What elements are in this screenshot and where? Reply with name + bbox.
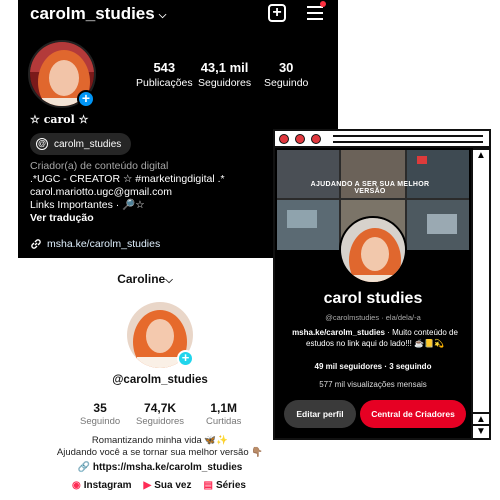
profile-link[interactable]: 🔗 https://msha.ke/carolm_studies	[0, 462, 320, 473]
bio-line: Links Importantes · 🔎☆	[30, 199, 145, 211]
handle: @carolm_studies	[112, 374, 208, 386]
threads-icon: @	[36, 138, 48, 150]
followers-count[interactable]: 49 mil seguidores · 3 seguindo	[275, 362, 471, 371]
window-close-dot-icon[interactable]	[279, 134, 289, 144]
stat-value: 30	[278, 60, 294, 75]
add-story-icon[interactable]: +	[77, 90, 95, 108]
threads-badge[interactable]: @ carolm_studies	[30, 133, 132, 155]
tiktok-profile-panel: Caroline⌵ + @carolm_studies 35 Seguindo …	[0, 258, 290, 500]
stat-label: Seguindo	[264, 77, 309, 89]
instagram-username[interactable]: carolm_studies ⌵	[30, 4, 166, 24]
see-translation-link[interactable]: Ver tradução	[30, 212, 225, 225]
tab-series[interactable]: ▤ Séries	[203, 480, 245, 491]
playlist-icon: ▤	[203, 480, 213, 491]
instagram-icon: ◉	[72, 480, 81, 491]
stat-value: 35	[93, 401, 107, 415]
stat-following[interactable]: 30 Seguindo	[264, 60, 308, 89]
stat-label: Publicações	[136, 77, 193, 89]
stat-value: 74,7K	[144, 401, 177, 415]
tab-label: Sua vez	[154, 480, 192, 491]
titlebar-stripe	[333, 141, 483, 143]
window-titlebar[interactable]	[275, 131, 489, 148]
bio-line: Romantizando minha vida 🦋✨	[91, 435, 229, 446]
bio: Criador(a) de conteúdo digital .*UGC - C…	[30, 160, 225, 225]
profile-link[interactable]: msha.ke/carolm_studies	[30, 238, 160, 250]
profile-name: carol studies	[323, 290, 423, 307]
pinterest-profile: AJUDANDO A SER SUA MELHOR VERSÃO carol s…	[275, 150, 471, 438]
username-text: Caroline	[117, 272, 166, 286]
cover-text: AJUDANDO A SER SUA MELHOR VERSÃO	[310, 181, 430, 195]
scroll-up-icon[interactable]: ▲	[473, 148, 489, 162]
stat-value: 543	[153, 60, 176, 75]
bio: Romantizando minha vida 🦋✨ Ajudando você…	[0, 435, 320, 458]
tab-label: Instagram	[83, 480, 132, 491]
edit-profile-button[interactable]: Editar perfil	[284, 400, 356, 428]
stat-value: 1,1M	[210, 401, 238, 415]
youtube-icon: ▶	[143, 480, 152, 491]
stat-likes[interactable]: 1,1M Curtidas	[206, 401, 241, 427]
tab-instagram[interactable]: ◉ Instagram	[72, 480, 132, 491]
stat-posts[interactable]: 543 Publicações	[136, 60, 193, 89]
stat-label: Curtidas	[206, 416, 242, 427]
link-text: msha.ke/carolm_studies	[47, 238, 161, 250]
profile-tabs: ◉ Instagram ▶ Sua vez ▤ Séries	[72, 480, 246, 491]
link-icon: 🔗	[77, 462, 93, 473]
bio-line: .*UGC - CREATOR ☆ #marketingdigital .*	[30, 173, 225, 185]
stat-label: Seguidores	[198, 77, 252, 89]
stat-value: 43,1 mil	[200, 60, 249, 75]
stat-label: Seguindo	[80, 416, 121, 427]
menu-icon[interactable]	[307, 6, 323, 24]
bio-link[interactable]: msha.ke/carolm_studies	[292, 328, 385, 337]
display-name: ☆ carol ☆	[30, 113, 89, 126]
add-story-icon[interactable]: +	[177, 350, 194, 367]
link-icon	[31, 239, 41, 249]
bio: msha.ke/carolm_studies · Muito conteúdo …	[283, 328, 467, 349]
stat-followers[interactable]: 43,1 mil Seguidores	[198, 60, 251, 89]
tiktok-username[interactable]: Caroline⌵	[0, 272, 290, 286]
titlebar-stripe	[333, 135, 483, 137]
scrollbar[interactable]: ▲ ▲ ▼	[471, 148, 489, 438]
scroll-down-icon[interactable]: ▼	[473, 424, 489, 438]
pinterest-window: AJUDANDO A SER SUA MELHOR VERSÃO carol s…	[273, 129, 491, 440]
stat-label: Seguidores	[136, 416, 185, 427]
window-maximize-dot-icon[interactable]	[311, 134, 321, 144]
stat-following[interactable]: 35 Seguindo	[80, 401, 120, 427]
tab-sua-vez[interactable]: ▶ Sua vez	[144, 480, 192, 491]
tab-label: Séries	[215, 480, 246, 491]
link-text: https://msha.ke/carolm_studies	[92, 462, 243, 473]
bio-email[interactable]: carol.mariotto.ugc@gmail.com	[30, 186, 225, 199]
profile-subtitle: @carolmstudies · ela/dela/-a	[325, 313, 421, 322]
bio-line: Ajudando você a se tornar sua melhor ver…	[56, 446, 264, 458]
avatar[interactable]	[339, 216, 407, 284]
chevron-down-icon[interactable]: ⌵	[159, 10, 167, 21]
bio-category: Criador(a) de conteúdo digital	[30, 160, 169, 172]
chevron-down-icon[interactable]: ⌵	[165, 275, 173, 286]
monthly-views: 577 mil visualizações mensais	[319, 380, 427, 389]
threads-handle: carolm_studies	[54, 138, 122, 150]
collage: carolm_studies ⌵ + + 543 Publicações 43,…	[0, 0, 500, 500]
stat-followers[interactable]: 74,7K Seguidores	[136, 401, 184, 427]
new-post-icon[interactable]: +	[268, 4, 286, 22]
username-text: carolm_studies	[30, 4, 155, 23]
notification-dot	[320, 1, 326, 7]
creator-hub-button[interactable]: Central de Criadores	[360, 400, 466, 428]
window-minimize-dot-icon[interactable]	[295, 134, 305, 144]
